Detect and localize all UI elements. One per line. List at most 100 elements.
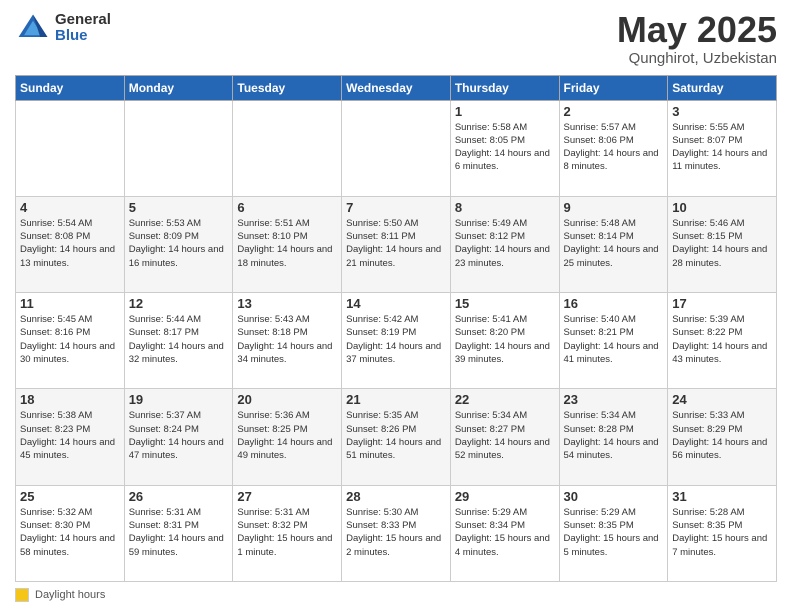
title-block: May 2025 Qunghirot, Uzbekistan — [617, 10, 777, 67]
logo: General Blue — [15, 10, 111, 46]
day-cell: 30Sunrise: 5:29 AM Sunset: 8:35 PM Dayli… — [559, 485, 668, 581]
day-number: 4 — [20, 200, 120, 215]
day-info: Sunrise: 5:42 AM Sunset: 8:19 PM Dayligh… — [346, 313, 446, 366]
day-info: Sunrise: 5:31 AM Sunset: 8:32 PM Dayligh… — [237, 506, 337, 559]
legend-box — [15, 588, 29, 602]
day-number: 19 — [129, 392, 229, 407]
day-info: Sunrise: 5:48 AM Sunset: 8:14 PM Dayligh… — [564, 217, 664, 270]
day-info: Sunrise: 5:53 AM Sunset: 8:09 PM Dayligh… — [129, 217, 229, 270]
day-info: Sunrise: 5:29 AM Sunset: 8:35 PM Dayligh… — [564, 506, 664, 559]
calendar: SundayMondayTuesdayWednesdayThursdayFrid… — [15, 75, 777, 582]
weekday-sunday: Sunday — [16, 75, 125, 100]
day-info: Sunrise: 5:51 AM Sunset: 8:10 PM Dayligh… — [237, 217, 337, 270]
day-cell: 28 Sunrise: 5:30 AM Sunset: 8:33 PM Dayli… — [342, 485, 451, 581]
day-info: Sunrise: 5:57 AM Sunset: 8:06 PM Dayligh… — [564, 121, 664, 174]
logo-icon — [15, 10, 51, 46]
page: General Blue May 2025 Qunghirot, Uzbekis… — [0, 0, 792, 612]
day-cell: 27 Sunrise: 5:31 AM Sunset: 8:32 PM Dayli… — [233, 485, 342, 581]
day-number: 18 — [20, 392, 120, 407]
day-cell: 21 Sunrise: 5:35 AM Sunset: 8:26 PM Dayli… — [342, 389, 451, 485]
day-cell: 24 Sunrise: 5:33 AM Sunset: 8:29 PM Dayli… — [668, 389, 777, 485]
week-row-4: 18Sunrise: 5:38 AM Sunset: 8:23 PM Dayli… — [16, 389, 777, 485]
legend-label: Daylight hours — [35, 589, 105, 601]
logo-general-text: General — [55, 12, 111, 29]
day-number: 9 — [564, 200, 664, 215]
day-info: Sunrise: 5:28 AM Sunset: 8:35 PM Dayligh… — [672, 506, 772, 559]
day-cell — [16, 100, 125, 196]
day-number: 10 — [672, 200, 772, 215]
day-info: Sunrise: 5:29 AM Sunset: 8:34 PM Dayligh… — [455, 506, 555, 559]
day-cell: 19 Sunrise: 5:37 AM Sunset: 8:24 PM Dayli… — [124, 389, 233, 485]
day-number: 22 — [455, 392, 555, 407]
day-info: Sunrise: 5:30 AM Sunset: 8:33 PM Dayligh… — [346, 506, 446, 559]
day-info: Sunrise: 5:43 AM Sunset: 8:18 PM Dayligh… — [237, 313, 337, 366]
day-number: 27 — [237, 489, 337, 504]
day-number: 1 — [455, 104, 555, 119]
weekday-thursday: Thursday — [450, 75, 559, 100]
day-number: 21 — [346, 392, 446, 407]
day-number: 31 — [672, 489, 772, 504]
day-cell: 4 Sunrise: 5:54 AM Sunset: 8:08 PM Daylig… — [16, 196, 125, 292]
day-number: 2 — [564, 104, 664, 119]
day-info: Sunrise: 5:37 AM Sunset: 8:24 PM Dayligh… — [129, 409, 229, 462]
weekday-wednesday: Wednesday — [342, 75, 451, 100]
day-info: Sunrise: 5:45 AM Sunset: 8:16 PM Dayligh… — [20, 313, 120, 366]
day-cell: 18Sunrise: 5:38 AM Sunset: 8:23 PM Dayli… — [16, 389, 125, 485]
day-cell — [233, 100, 342, 196]
day-cell: 10 Sunrise: 5:46 AM Sunset: 8:15 PM Dayli… — [668, 196, 777, 292]
day-cell: 11Sunrise: 5:45 AM Sunset: 8:16 PM Dayli… — [16, 293, 125, 389]
weekday-saturday: Saturday — [668, 75, 777, 100]
weekday-tuesday: Tuesday — [233, 75, 342, 100]
day-number: 7 — [346, 200, 446, 215]
day-info: Sunrise: 5:34 AM Sunset: 8:27 PM Dayligh… — [455, 409, 555, 462]
day-info: Sunrise: 5:39 AM Sunset: 8:22 PM Dayligh… — [672, 313, 772, 366]
day-info: Sunrise: 5:44 AM Sunset: 8:17 PM Dayligh… — [129, 313, 229, 366]
day-cell: 3Sunrise: 5:55 AM Sunset: 8:07 PM Daylig… — [668, 100, 777, 196]
day-info: Sunrise: 5:40 AM Sunset: 8:21 PM Dayligh… — [564, 313, 664, 366]
week-row-5: 25Sunrise: 5:32 AM Sunset: 8:30 PM Dayli… — [16, 485, 777, 581]
day-cell: 1Sunrise: 5:58 AM Sunset: 8:05 PM Daylig… — [450, 100, 559, 196]
logo-text: General Blue — [55, 12, 111, 45]
day-number: 24 — [672, 392, 772, 407]
day-cell: 23 Sunrise: 5:34 AM Sunset: 8:28 PM Dayli… — [559, 389, 668, 485]
day-cell: 13Sunrise: 5:43 AM Sunset: 8:18 PM Dayli… — [233, 293, 342, 389]
day-info: Sunrise: 5:33 AM Sunset: 8:29 PM Dayligh… — [672, 409, 772, 462]
day-cell: 29 Sunrise: 5:29 AM Sunset: 8:34 PM Dayli… — [450, 485, 559, 581]
day-number: 5 — [129, 200, 229, 215]
month-title: May 2025 — [617, 10, 777, 50]
day-number: 28 — [346, 489, 446, 504]
day-cell — [342, 100, 451, 196]
location: Qunghirot, Uzbekistan — [617, 50, 777, 67]
weekday-header-row: SundayMondayTuesdayWednesdayThursdayFrid… — [16, 75, 777, 100]
logo-blue-text: Blue — [55, 28, 111, 45]
day-info: Sunrise: 5:49 AM Sunset: 8:12 PM Dayligh… — [455, 217, 555, 270]
day-info: Sunrise: 5:50 AM Sunset: 8:11 PM Dayligh… — [346, 217, 446, 270]
day-number: 26 — [129, 489, 229, 504]
day-cell: 26Sunrise: 5:31 AM Sunset: 8:31 PM Dayli… — [124, 485, 233, 581]
weekday-friday: Friday — [559, 75, 668, 100]
day-number: 12 — [129, 296, 229, 311]
day-info: Sunrise: 5:55 AM Sunset: 8:07 PM Dayligh… — [672, 121, 772, 174]
day-info: Sunrise: 5:36 AM Sunset: 8:25 PM Dayligh… — [237, 409, 337, 462]
day-cell: 2 Sunrise: 5:57 AM Sunset: 8:06 PM Daylig… — [559, 100, 668, 196]
day-number: 29 — [455, 489, 555, 504]
week-row-2: 4 Sunrise: 5:54 AM Sunset: 8:08 PM Daylig… — [16, 196, 777, 292]
day-cell: 31 Sunrise: 5:28 AM Sunset: 8:35 PM Dayli… — [668, 485, 777, 581]
day-number: 17 — [672, 296, 772, 311]
day-cell: 20 Sunrise: 5:36 AM Sunset: 8:25 PM Dayli… — [233, 389, 342, 485]
day-number: 20 — [237, 392, 337, 407]
day-cell: 5 Sunrise: 5:53 AM Sunset: 8:09 PM Daylig… — [124, 196, 233, 292]
day-cell: 16 Sunrise: 5:40 AM Sunset: 8:21 PM Dayli… — [559, 293, 668, 389]
day-info: Sunrise: 5:34 AM Sunset: 8:28 PM Dayligh… — [564, 409, 664, 462]
day-cell — [124, 100, 233, 196]
day-info: Sunrise: 5:46 AM Sunset: 8:15 PM Dayligh… — [672, 217, 772, 270]
day-info: Sunrise: 5:35 AM Sunset: 8:26 PM Dayligh… — [346, 409, 446, 462]
day-info: Sunrise: 5:54 AM Sunset: 8:08 PM Dayligh… — [20, 217, 120, 270]
day-info: Sunrise: 5:32 AM Sunset: 8:30 PM Dayligh… — [20, 506, 120, 559]
day-number: 15 — [455, 296, 555, 311]
day-cell: 22 Sunrise: 5:34 AM Sunset: 8:27 PM Dayli… — [450, 389, 559, 485]
day-number: 23 — [564, 392, 664, 407]
day-number: 16 — [564, 296, 664, 311]
day-number: 6 — [237, 200, 337, 215]
day-cell: 25Sunrise: 5:32 AM Sunset: 8:30 PM Dayli… — [16, 485, 125, 581]
